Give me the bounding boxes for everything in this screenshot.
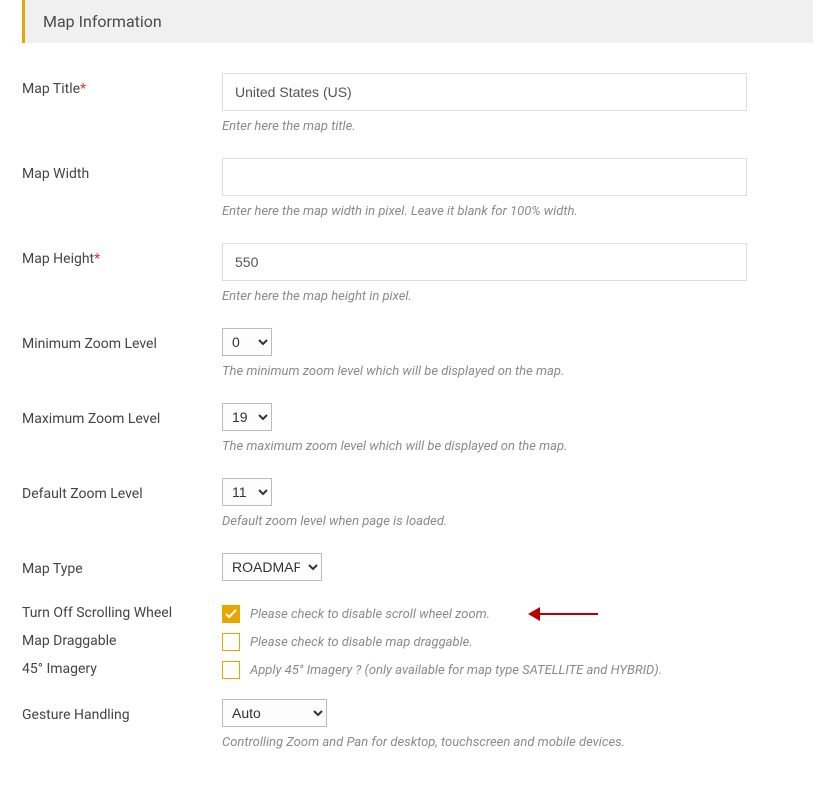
help-gesture: Controlling Zoom and Pan for desktop, to… bbox=[222, 735, 813, 750]
row-gesture: Gesture Handling Auto Controlling Zoom a… bbox=[22, 699, 813, 750]
help-default-zoom: Default zoom level when page is loaded. bbox=[222, 514, 813, 529]
select-default-zoom[interactable]: 11 bbox=[222, 478, 272, 506]
input-map-height[interactable] bbox=[222, 243, 747, 281]
desc-draggable: Please check to disable map draggable. bbox=[250, 635, 473, 650]
label-min-zoom: Minimum Zoom Level bbox=[22, 328, 222, 352]
select-min-zoom[interactable]: 0 bbox=[222, 328, 272, 356]
help-min-zoom: The minimum zoom level which will be dis… bbox=[222, 364, 813, 379]
select-max-zoom[interactable]: 19 bbox=[222, 403, 272, 431]
label-map-height: Map Height* bbox=[22, 243, 222, 267]
help-map-title: Enter here the map title. bbox=[222, 119, 813, 134]
help-map-height: Enter here the map height in pixel. bbox=[222, 289, 813, 304]
label-imagery45: 45° Imagery bbox=[22, 661, 222, 677]
checkbox-scroll-off[interactable] bbox=[222, 605, 240, 623]
checkbox-imagery45[interactable] bbox=[222, 661, 240, 679]
label-max-zoom: Maximum Zoom Level bbox=[22, 403, 222, 427]
row-max-zoom: Maximum Zoom Level 19 The maximum zoom l… bbox=[22, 403, 813, 454]
label-default-zoom: Default Zoom Level bbox=[22, 478, 222, 502]
input-map-width[interactable] bbox=[222, 158, 747, 196]
help-map-width: Enter here the map width in pixel. Leave… bbox=[222, 204, 813, 219]
input-map-title[interactable] bbox=[222, 73, 747, 111]
arrow-annotation-icon bbox=[528, 607, 598, 621]
row-map-height: Map Height* Enter here the map height in… bbox=[22, 243, 813, 304]
help-max-zoom: The maximum zoom level which will be dis… bbox=[222, 439, 813, 454]
label-gesture: Gesture Handling bbox=[22, 699, 222, 723]
desc-scroll-off: Please check to disable scroll wheel zoo… bbox=[250, 607, 490, 622]
required-asterisk: * bbox=[94, 251, 100, 267]
label-map-width: Map Width bbox=[22, 158, 222, 182]
desc-imagery45: Apply 45° Imagery ? (only available for … bbox=[250, 663, 662, 678]
row-imagery45: 45° Imagery Apply 45° Imagery ? (only av… bbox=[22, 661, 813, 679]
check-icon bbox=[225, 608, 237, 620]
row-min-zoom: Minimum Zoom Level 0 The minimum zoom le… bbox=[22, 328, 813, 379]
select-map-type[interactable]: ROADMAP bbox=[222, 553, 322, 581]
label-map-type: Map Type bbox=[22, 553, 222, 577]
panel-title: Map Information bbox=[43, 12, 162, 31]
row-draggable: Map Draggable Please check to disable ma… bbox=[22, 633, 813, 651]
label-scroll-off: Turn Off Scrolling Wheel bbox=[22, 605, 222, 621]
required-asterisk: * bbox=[80, 81, 86, 97]
row-map-title: Map Title* Enter here the map title. bbox=[22, 73, 813, 134]
panel-header: Map Information bbox=[22, 0, 813, 43]
select-gesture[interactable]: Auto bbox=[222, 699, 327, 727]
row-map-type: Map Type ROADMAP bbox=[22, 553, 813, 581]
checkbox-draggable[interactable] bbox=[222, 633, 240, 651]
row-map-width: Map Width Enter here the map width in pi… bbox=[22, 158, 813, 219]
form-body: Map Title* Enter here the map title. Map… bbox=[0, 43, 835, 762]
label-map-title: Map Title* bbox=[22, 73, 222, 97]
label-draggable: Map Draggable bbox=[22, 633, 222, 649]
row-scroll-off: Turn Off Scrolling Wheel Please check to… bbox=[22, 605, 813, 623]
row-default-zoom: Default Zoom Level 11 Default zoom level… bbox=[22, 478, 813, 529]
